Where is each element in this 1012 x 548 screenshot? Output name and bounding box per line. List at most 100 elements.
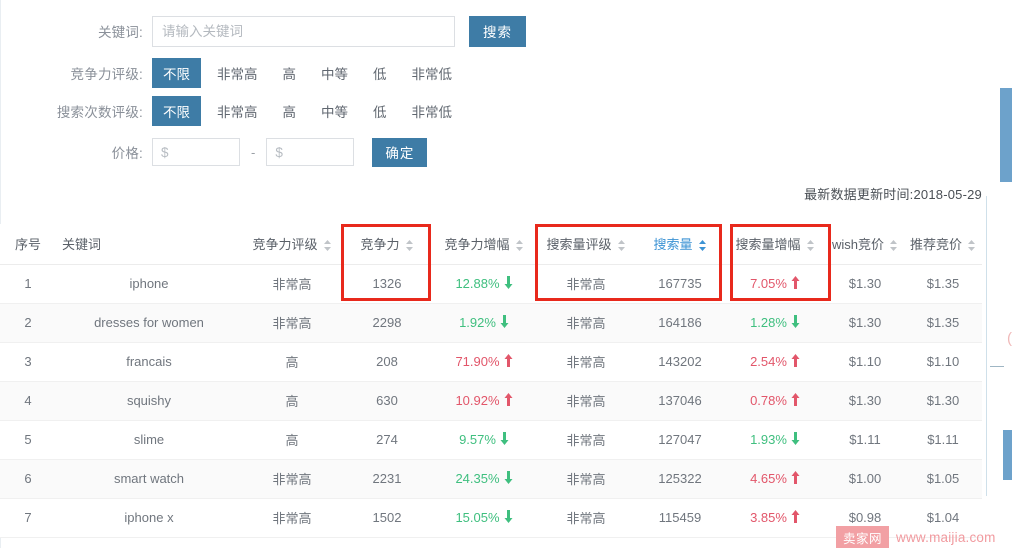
cell-search-volume: 137046 bbox=[636, 381, 724, 421]
cell-keyword: francais bbox=[56, 342, 242, 382]
cell-search-rating: 非常高 bbox=[536, 498, 636, 538]
table-row[interactable]: 6 smart watch 非常高 2231 24.35% 非常高 125322 4.65% $… bbox=[0, 459, 982, 499]
cell-recommended-bid: $1.30 bbox=[904, 381, 982, 421]
cell-search-growth: 0.78% bbox=[724, 381, 826, 421]
competition-rating-option-very-low[interactable]: 非常低 bbox=[403, 59, 462, 87]
sort-icon-search-rating[interactable] bbox=[617, 239, 626, 252]
price-max-input[interactable] bbox=[266, 138, 355, 166]
arrow-up-icon bbox=[504, 393, 513, 408]
search-count-rating-option-unlimited[interactable]: 不限 bbox=[152, 96, 201, 126]
column-header-wish-bid[interactable]: wish竞价 bbox=[826, 224, 904, 265]
price-confirm-button[interactable]: 确定 bbox=[372, 137, 428, 167]
table-row[interactable]: 2 dresses for women 非常高 2298 1.92% 非常高 164186 1… bbox=[0, 303, 982, 343]
column-header-search-volume[interactable]: 搜索量 bbox=[636, 224, 724, 265]
filter-panel: 关键词: 搜索 竞争力评级: 不限 非常高 高 中等 低 非常低 搜索次数评级:… bbox=[0, 0, 980, 174]
cell-search-volume: 115459 bbox=[636, 498, 724, 538]
watermark-url: www.maijia.com bbox=[896, 530, 996, 545]
cell-competition-growth-value: 15.05% bbox=[455, 510, 500, 525]
sort-icon-competition[interactable] bbox=[405, 239, 414, 252]
cell-search-volume: 164186 bbox=[636, 303, 724, 343]
cell-competition-growth: 10.92% bbox=[432, 381, 536, 421]
cell-keyword: squishy bbox=[56, 381, 242, 421]
search-button[interactable]: 搜索 bbox=[469, 15, 526, 47]
cell-competition-rating: 高 bbox=[242, 342, 342, 382]
cell-competition-growth: 15.05% bbox=[432, 498, 536, 538]
table-row[interactable]: 7 iphone x 非常高 1502 15.05% 非常高 115459 3.85% $0.9… bbox=[0, 498, 982, 538]
cell-recommended-bid: $1.05 bbox=[904, 459, 982, 499]
table-row[interactable]: 4 squishy 高 630 10.92% 非常高 137046 0.78% $1.30 $1.… bbox=[0, 381, 982, 421]
search-count-rating-options: 不限 非常高 高 中等 低 非常低 bbox=[152, 96, 468, 126]
right-scrollbar-thumb-top[interactable] bbox=[1000, 88, 1012, 182]
cell-competition-growth-value: 1.92% bbox=[459, 315, 496, 330]
sort-icon-search-volume[interactable] bbox=[698, 239, 707, 252]
table-row[interactable]: 5 slime 高 274 9.57% 非常高 127047 1.93% $1.11 $1.11 bbox=[0, 420, 982, 460]
column-label-search-rating: 搜索量评级 bbox=[546, 237, 612, 253]
cell-competition: 208 bbox=[342, 342, 432, 382]
arrow-down-icon bbox=[791, 315, 800, 330]
cell-search-growth-value: 4.65% bbox=[750, 471, 787, 486]
cell-wish-bid: $1.30 bbox=[826, 381, 904, 421]
cell-competition-growth: 9.57% bbox=[432, 420, 536, 460]
search-count-rating-option-very-high[interactable]: 非常高 bbox=[208, 97, 267, 125]
price-filter-row: 价格: - 确定 bbox=[0, 130, 980, 174]
cell-recommended-bid: $1.10 bbox=[904, 342, 982, 382]
column-label-competition: 竞争力 bbox=[360, 237, 400, 253]
competition-rating-option-very-high[interactable]: 非常高 bbox=[208, 59, 267, 87]
column-label-wish-bid: wish竞价 bbox=[832, 237, 885, 253]
table-row[interactable]: 3 francais 高 208 71.90% 非常高 143202 2.54% $1.10 $1… bbox=[0, 342, 982, 382]
cell-competition-rating: 非常高 bbox=[242, 459, 342, 499]
table-row[interactable]: 1 iphone 非常高 1326 12.88% 非常高 167735 7.05% $1.30 $… bbox=[0, 264, 982, 304]
search-count-rating-option-high[interactable]: 高 bbox=[274, 97, 306, 125]
sort-icon-search-growth[interactable] bbox=[806, 239, 815, 252]
keyword-input[interactable] bbox=[152, 15, 455, 47]
column-label-keyword: 关键词 bbox=[62, 237, 102, 253]
cell-index: 7 bbox=[0, 498, 56, 538]
cell-competition: 2298 bbox=[342, 303, 432, 343]
competition-rating-row: 竞争力评级: 不限 非常高 高 中等 低 非常低 bbox=[0, 54, 980, 92]
cell-competition-growth: 1.92% bbox=[432, 303, 536, 343]
column-label-comp-growth: 竞争力增幅 bbox=[444, 237, 510, 253]
cell-search-growth: 3.85% bbox=[724, 498, 826, 538]
column-header-comp-growth[interactable]: 竞争力增幅 bbox=[432, 224, 536, 265]
search-count-rating-option-medium[interactable]: 中等 bbox=[312, 97, 357, 125]
right-scrollbar-thumb-bottom[interactable] bbox=[1003, 430, 1012, 480]
cell-recommended-bid: $1.11 bbox=[904, 420, 982, 460]
search-count-rating-option-low[interactable]: 低 bbox=[364, 97, 396, 125]
competition-rating-option-medium[interactable]: 中等 bbox=[312, 59, 357, 87]
column-header-recommended-bid[interactable]: 推荐竞价 bbox=[904, 224, 982, 265]
column-header-search-growth[interactable]: 搜索量增幅 bbox=[724, 224, 826, 265]
cell-keyword: smart watch bbox=[56, 459, 242, 499]
cell-index: 4 bbox=[0, 381, 56, 421]
cell-search-growth: 1.93% bbox=[724, 420, 826, 460]
competition-rating-label: 竞争力评级: bbox=[70, 67, 143, 82]
cell-index: 1 bbox=[0, 264, 56, 304]
cell-search-volume: 143202 bbox=[636, 342, 724, 382]
cell-search-rating: 非常高 bbox=[536, 381, 636, 421]
column-label-search-growth: 搜索量增幅 bbox=[735, 237, 801, 253]
cell-search-growth-value: 7.05% bbox=[750, 276, 787, 291]
arrow-up-icon bbox=[791, 393, 800, 408]
column-header-competition[interactable]: 竞争力 bbox=[342, 224, 432, 265]
column-header-comp-rating[interactable]: 竞争力评级 bbox=[242, 224, 342, 265]
keyword-table: 序号 关键词 竞争力评级 竞争力 竞争力增幅 搜索量评级 搜索量 搜索量增幅 w… bbox=[0, 224, 982, 538]
sort-icon-recommended-bid[interactable] bbox=[967, 239, 976, 252]
competition-rating-option-low[interactable]: 低 bbox=[364, 59, 396, 87]
cell-search-volume: 167735 bbox=[636, 264, 724, 304]
sort-icon-comp-rating[interactable] bbox=[323, 239, 332, 252]
price-min-input[interactable] bbox=[152, 138, 240, 166]
arrow-up-icon bbox=[504, 354, 513, 369]
column-header-search-rating[interactable]: 搜索量评级 bbox=[536, 224, 636, 265]
cell-search-growth-value: 3.85% bbox=[750, 510, 787, 525]
cell-keyword: iphone x bbox=[56, 498, 242, 538]
cell-competition-growth-value: 24.35% bbox=[455, 471, 500, 486]
cell-competition-growth-value: 12.88% bbox=[455, 276, 500, 291]
cell-search-volume: 125322 bbox=[636, 459, 724, 499]
competition-rating-option-unlimited[interactable]: 不限 bbox=[152, 58, 201, 88]
page-root: 关键词: 搜索 竞争力评级: 不限 非常高 高 中等 低 非常低 搜索次数评级:… bbox=[0, 0, 1012, 548]
sort-icon-comp-growth[interactable] bbox=[515, 239, 524, 252]
search-count-rating-option-very-low[interactable]: 非常低 bbox=[403, 97, 462, 125]
sort-icon-wish-bid[interactable] bbox=[889, 239, 898, 252]
cell-wish-bid: $1.30 bbox=[826, 264, 904, 304]
column-label-index: 序号 bbox=[14, 237, 41, 253]
competition-rating-option-high[interactable]: 高 bbox=[274, 59, 306, 87]
